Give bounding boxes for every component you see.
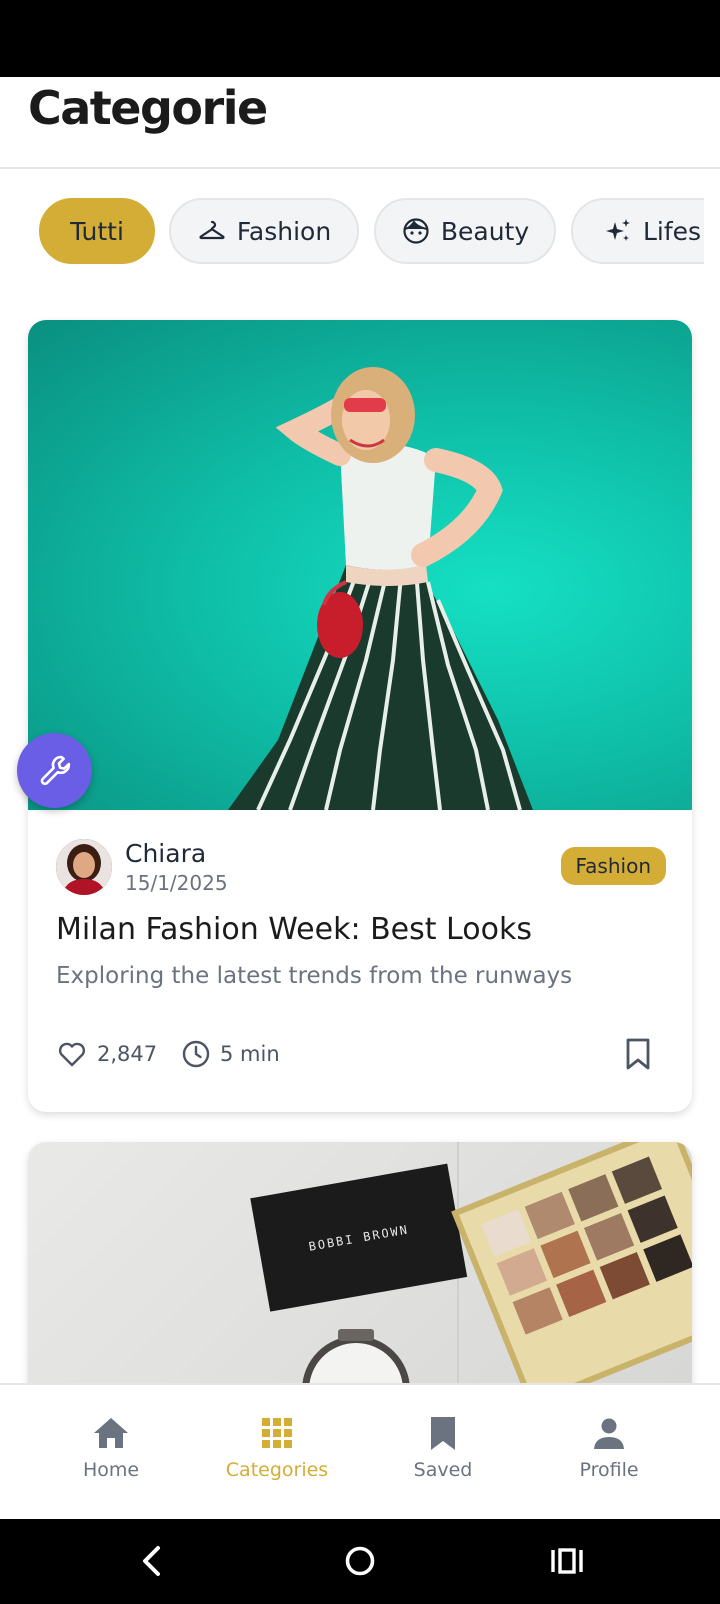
post-title: Milan Fashion Week: Best Looks xyxy=(56,912,532,947)
chip-label: Beauty xyxy=(440,216,530,246)
app-screen: Categorie Tutti Fashion Beauty Lifes Chi… xyxy=(0,77,720,1519)
home-icon xyxy=(91,1413,131,1453)
nav-home[interactable]: Home xyxy=(36,1385,186,1485)
like-button[interactable]: 2,847 xyxy=(56,1034,157,1074)
avatar[interactable] xyxy=(56,839,112,895)
post-card[interactable]: Chiara 15/1/2025 Fashion Milan Fashion W… xyxy=(28,320,692,1112)
nav-label: Profile xyxy=(579,1459,639,1481)
post-stats: 2,847 5 min xyxy=(56,1034,666,1074)
heart-icon xyxy=(58,1042,86,1067)
hanger-icon xyxy=(197,216,227,246)
nav-categories[interactable]: Categories xyxy=(202,1385,352,1485)
page-title: Categorie xyxy=(28,81,268,135)
nav-label: Saved xyxy=(413,1459,473,1481)
header: Categorie xyxy=(0,77,720,169)
chip-label: Tutti xyxy=(70,216,124,246)
category-badge: Fashion xyxy=(560,847,666,885)
author-name[interactable]: Chiara xyxy=(125,839,206,868)
person-icon xyxy=(589,1413,629,1453)
status-bar xyxy=(0,0,720,77)
post-image xyxy=(28,320,692,810)
home-circle-icon[interactable] xyxy=(340,1541,380,1581)
post-date: 15/1/2025 xyxy=(125,871,228,895)
nav-label: Home xyxy=(82,1459,140,1481)
back-icon[interactable] xyxy=(132,1541,172,1581)
bookmark-icon xyxy=(626,1038,650,1070)
sparkles-icon xyxy=(603,216,633,246)
read-time: 5 min xyxy=(181,1034,280,1074)
nav-saved[interactable]: Saved xyxy=(368,1385,518,1485)
system-nav-bar xyxy=(0,1519,720,1604)
bookmark-button[interactable] xyxy=(620,1034,656,1074)
chip-beauty[interactable]: Beauty xyxy=(374,198,556,264)
chip-label: Lifes xyxy=(643,216,702,246)
bottom-nav: Home Categories Saved Profile xyxy=(0,1383,720,1519)
chip-fashion[interactable]: Fashion xyxy=(169,198,359,264)
chip-label: Fashion xyxy=(236,216,332,246)
post-subtitle: Exploring the latest trends from the run… xyxy=(56,963,573,989)
author-row: Chiara 15/1/2025 Fashion xyxy=(56,837,666,897)
clock-icon xyxy=(182,1040,210,1068)
grid-icon xyxy=(257,1413,297,1453)
nav-profile[interactable]: Profile xyxy=(534,1385,684,1485)
like-count: 2,847 xyxy=(97,1042,158,1066)
wrench-icon xyxy=(40,755,70,785)
face-icon xyxy=(401,216,431,246)
read-time-label: 5 min xyxy=(220,1042,280,1066)
chip-tutti[interactable]: Tutti xyxy=(39,198,155,264)
bookmark-icon xyxy=(423,1413,463,1453)
category-chips: Tutti Fashion Beauty Lifes xyxy=(0,198,704,264)
chip-lifestyle[interactable]: Lifes xyxy=(571,198,704,264)
tools-fab[interactable] xyxy=(17,733,92,808)
recents-icon[interactable] xyxy=(547,1541,587,1581)
nav-label: Categories xyxy=(225,1459,329,1481)
